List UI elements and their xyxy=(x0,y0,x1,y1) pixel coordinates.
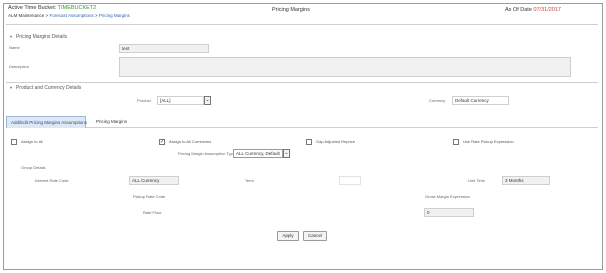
unit-time-label: Unit Time xyxy=(468,178,485,183)
active-bucket-label: Active Time Bucket: xyxy=(8,5,57,11)
group-details-title: Group Details xyxy=(21,165,46,170)
page-title: Pricing Margins xyxy=(272,7,310,13)
chevron-down-icon: ▼ xyxy=(9,34,13,39)
assumption-type-label: Pricing Margin Assumption Type xyxy=(178,151,236,156)
page-frame xyxy=(3,3,603,270)
tab-pricing-margins[interactable]: Pricing Margins xyxy=(92,116,131,128)
active-bucket: Active Time Bucket: TIMEBUCKET2 xyxy=(8,4,96,12)
interest-rate-code-label: Interest Rate Code xyxy=(35,178,69,183)
term-label: Term xyxy=(245,178,254,183)
details-section-title: Pricing Margins Details xyxy=(15,34,68,40)
description-label: Description xyxy=(9,64,30,69)
breadcrumb-forecast-assumptions[interactable]: Forecast Assumptions xyxy=(49,13,93,18)
interest-rate-code-field[interactable]: ALL Currency xyxy=(129,176,179,185)
details-section-header[interactable]: ▼ Pricing Margins Details xyxy=(9,34,67,40)
rate-floor-label: Rate Floor xyxy=(143,210,162,215)
assign-to-all-checkbox[interactable] xyxy=(11,139,17,145)
details-divider xyxy=(6,82,598,83)
as-of-date-label: As Of Date xyxy=(505,7,532,13)
breadcrumb-separator: > xyxy=(45,13,49,18)
breadcrumb-separator: > xyxy=(95,13,98,18)
assign-to-all-currencies-checkbox[interactable]: ✓ xyxy=(159,139,165,145)
tab-bar: Add/Edit Pricing Margins Assumptions Pri… xyxy=(6,116,598,128)
currency-label: Currency xyxy=(429,98,446,103)
assign-to-all-label: Assign to all xyxy=(21,139,43,144)
gap-adjusted-reprice-label: Gap Adjusted Reprice xyxy=(316,139,355,144)
breadcrumb: ALM Maintenance > Forecast Assumptions >… xyxy=(8,12,130,20)
chevron-down-icon: ▼ xyxy=(9,85,13,90)
assign-to-all-currencies-label: Assign to All Currencies xyxy=(169,139,212,144)
product-select[interactable]: [ALL] xyxy=(157,96,204,105)
gross-margin-expression-label: Gross Margin Expression xyxy=(425,194,470,199)
product-section-title: Product and Currency Details xyxy=(15,85,82,91)
check-icon: ✓ xyxy=(160,139,165,145)
name-field[interactable]: test xyxy=(119,44,209,53)
rate-pickup-expression-checkbox[interactable] xyxy=(453,139,459,145)
product-section-header[interactable]: ▼ Product and Currency Details xyxy=(9,85,81,91)
rate-floor-field[interactable]: 0 xyxy=(424,208,474,217)
gap-adjusted-reprice-checkbox[interactable] xyxy=(306,139,312,145)
currency-field[interactable]: Default Currency xyxy=(452,96,509,105)
assumption-type-select[interactable]: ALL Currency, Default xyxy=(233,149,283,158)
breadcrumb-root: ALM Maintenance xyxy=(8,13,45,18)
as-of-date: As Of Date 07/31/2017 xyxy=(505,6,561,14)
name-label: Name xyxy=(9,45,20,50)
active-bucket-value: TIMEBUCKET2 xyxy=(57,5,97,11)
assumption-type-dropdown-button[interactable]: ⌄ xyxy=(283,149,290,158)
product-dropdown-button[interactable]: ⌄ xyxy=(204,96,211,105)
apply-button[interactable]: Apply xyxy=(277,231,299,241)
as-of-date-value: 07/31/2017 xyxy=(533,7,561,13)
tab-add-edit-assumptions[interactable]: Add/Edit Pricing Margins Assumptions xyxy=(6,116,87,128)
rate-pickup-expression-label: Use Rate Pickup Expression xyxy=(463,139,514,144)
term-field[interactable] xyxy=(339,176,361,185)
breadcrumb-pricing-margins[interactable]: Pricing Margins xyxy=(99,13,130,18)
chevron-down-icon: ⌄ xyxy=(205,97,210,103)
unit-time-select[interactable]: 3 Months xyxy=(502,176,550,185)
chevron-down-icon: ⌄ xyxy=(284,150,289,156)
pickup-rate-code-label: Pickup Rate Code xyxy=(133,194,166,199)
description-field[interactable] xyxy=(119,57,571,77)
cancel-button[interactable]: Cancel xyxy=(303,231,327,241)
product-label: Product xyxy=(137,98,151,103)
header-divider xyxy=(6,24,598,25)
